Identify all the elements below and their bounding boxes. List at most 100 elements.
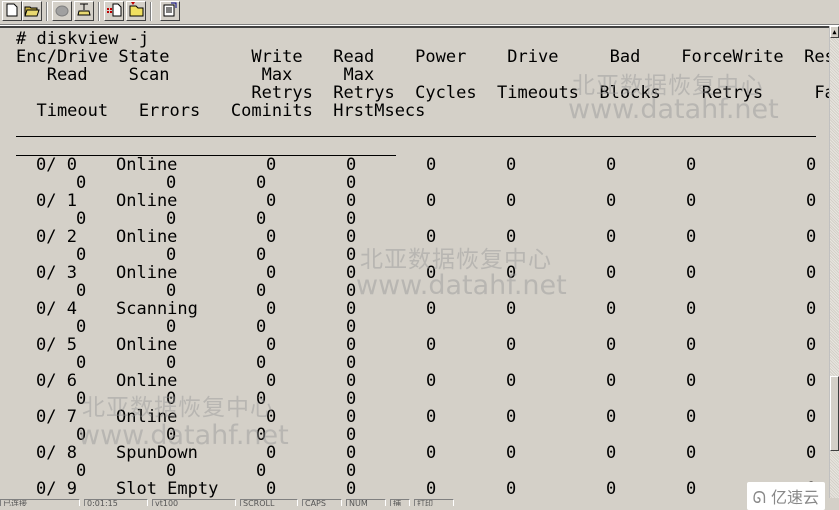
cell-read-max-retrys: 0 <box>346 155 357 175</box>
cell-forcewrite-retrys: 0 <box>686 371 697 391</box>
new-icon <box>6 2 18 21</box>
properties-icon <box>162 1 178 21</box>
cell-bad-blocks: 0 <box>606 227 617 247</box>
open-button[interactable] <box>22 1 42 21</box>
cell-hrstmsecs: 0 <box>346 245 357 265</box>
cell-scan-errors: 0 <box>166 281 177 301</box>
new-button[interactable] <box>2 1 22 21</box>
cell-cominits: 0 <box>256 353 267 373</box>
new-session-button[interactable] <box>104 1 124 21</box>
header-rule <box>16 136 816 137</box>
cell-write-max-retrys: 0 <box>266 407 277 427</box>
cell-hrstmsecs: 0 <box>346 425 357 445</box>
cell-drive: 0/ 0 <box>36 155 77 175</box>
cell-state: Online <box>116 407 178 427</box>
cell-forcewrite-retrys: 0 <box>686 263 697 283</box>
cell-read-timeout: 0 <box>76 353 87 373</box>
cell-drive: 0/ 9 <box>36 479 77 499</box>
cell-cominits: 0 <box>256 173 267 193</box>
cell-write-max-retrys: 0 <box>266 227 277 247</box>
cell-state: Slot Empty <box>116 479 219 499</box>
cell-bad-blocks: 0 <box>606 155 617 175</box>
cell-reset-fail: 0 <box>806 335 817 355</box>
cell-bad-blocks: 0 <box>606 371 617 391</box>
cell-scan-errors: 0 <box>166 461 177 481</box>
terminal-output[interactable]: # diskview -j Enc/Drive State Write Read… <box>0 26 830 500</box>
cell-hrstmsecs: 0 <box>346 389 357 409</box>
cell-scan-errors: 0 <box>166 317 177 337</box>
column-header-line: Retrys Retrys Cycles Timeouts Blocks Ret… <box>16 83 830 103</box>
cell-power-cycles: 0 <box>426 263 437 283</box>
cell-scan-errors: 0 <box>166 389 177 409</box>
cell-hrstmsecs: 0 <box>346 173 357 193</box>
cell-reset-fail: 0 <box>806 443 817 463</box>
cell-state: Online <box>116 155 178 175</box>
status-panel: 0:01:15 <box>84 499 148 506</box>
toolbar <box>0 0 839 25</box>
scroll-thumb[interactable] <box>830 376 839 451</box>
cloud-logo-icon: ᘏ <box>752 488 766 507</box>
cell-scan-errors: 0 <box>166 245 177 265</box>
cell-write-max-retrys: 0 <box>266 443 277 463</box>
status-bar: 已连接 0:01:15 vt100 SCROLL CAPS NUM 捕打印 <box>0 498 839 506</box>
scroll-up-arrow-icon[interactable]: ▲ <box>830 26 839 38</box>
cell-drive: 0/ 4 <box>36 299 77 319</box>
cell-state: SpunDown <box>116 443 198 463</box>
column-header-line: Timeout Errors Cominits HrstMsecs <box>16 101 426 121</box>
cell-drive: 0/ 7 <box>36 407 77 427</box>
status-panel: 已连接 <box>0 499 80 506</box>
cell-cominits: 0 <box>256 317 267 337</box>
cell-cominits: 0 <box>256 425 267 445</box>
status-panel: CAPS <box>302 499 342 506</box>
cell-cominits: 0 <box>256 209 267 229</box>
cell-forcewrite-retrys: 0 <box>686 407 697 427</box>
cell-forcewrite-retrys: 0 <box>686 335 697 355</box>
disconnect-button[interactable] <box>52 1 72 21</box>
toolbar-separator <box>98 2 100 21</box>
cell-drive: 0/ 1 <box>36 191 77 211</box>
cell-drive-timeouts: 0 <box>506 263 517 283</box>
cell-state: Online <box>116 371 178 391</box>
cell-drive: 0/ 6 <box>36 371 77 391</box>
cell-drive: 0/ 2 <box>36 227 77 247</box>
cell-drive-timeouts: 0 <box>506 155 517 175</box>
properties-button[interactable] <box>160 1 180 21</box>
cell-read-max-retrys: 0 <box>346 479 357 499</box>
cell-bad-blocks: 0 <box>606 443 617 463</box>
cell-read-timeout: 0 <box>76 461 87 481</box>
cell-cominits: 0 <box>256 461 267 481</box>
status-panel: vt100 <box>152 499 236 506</box>
cell-power-cycles: 0 <box>426 335 437 355</box>
cell-read-timeout: 0 <box>76 173 87 193</box>
cell-power-cycles: 0 <box>426 371 437 391</box>
cell-forcewrite-retrys: 0 <box>686 155 697 175</box>
toolbar-separator <box>150 2 152 21</box>
cell-read-timeout: 0 <box>76 317 87 337</box>
status-panel: NUM <box>346 499 386 506</box>
cell-read-max-retrys: 0 <box>346 407 357 427</box>
vertical-scrollbar[interactable]: ▲ <box>829 26 839 498</box>
cell-drive: 0/ 3 <box>36 263 77 283</box>
disconnect-phone-icon <box>54 2 70 21</box>
toolbar-separator <box>46 2 48 21</box>
cell-reset-fail: 0 <box>806 371 817 391</box>
cell-power-cycles: 0 <box>426 191 437 211</box>
cell-write-max-retrys: 0 <box>266 191 277 211</box>
cell-write-max-retrys: 0 <box>266 263 277 283</box>
cell-hrstmsecs: 0 <box>346 281 357 301</box>
column-header-line: Read Scan Max Max <box>16 65 375 85</box>
cell-drive-timeouts: 0 <box>506 335 517 355</box>
cell-reset-fail: 0 <box>806 155 817 175</box>
cell-read-max-retrys: 0 <box>346 443 357 463</box>
cell-drive-timeouts: 0 <box>506 407 517 427</box>
connect-button[interactable] <box>74 1 94 21</box>
cell-write-max-retrys: 0 <box>266 371 277 391</box>
cell-cominits: 0 <box>256 245 267 265</box>
open-session-button[interactable] <box>126 1 146 21</box>
cell-state: Online <box>116 227 178 247</box>
cell-state: Online <box>116 263 178 283</box>
cell-drive-timeouts: 0 <box>506 191 517 211</box>
cell-read-max-retrys: 0 <box>346 227 357 247</box>
cell-read-max-retrys: 0 <box>346 263 357 283</box>
status-panel: 打印 <box>414 499 454 506</box>
